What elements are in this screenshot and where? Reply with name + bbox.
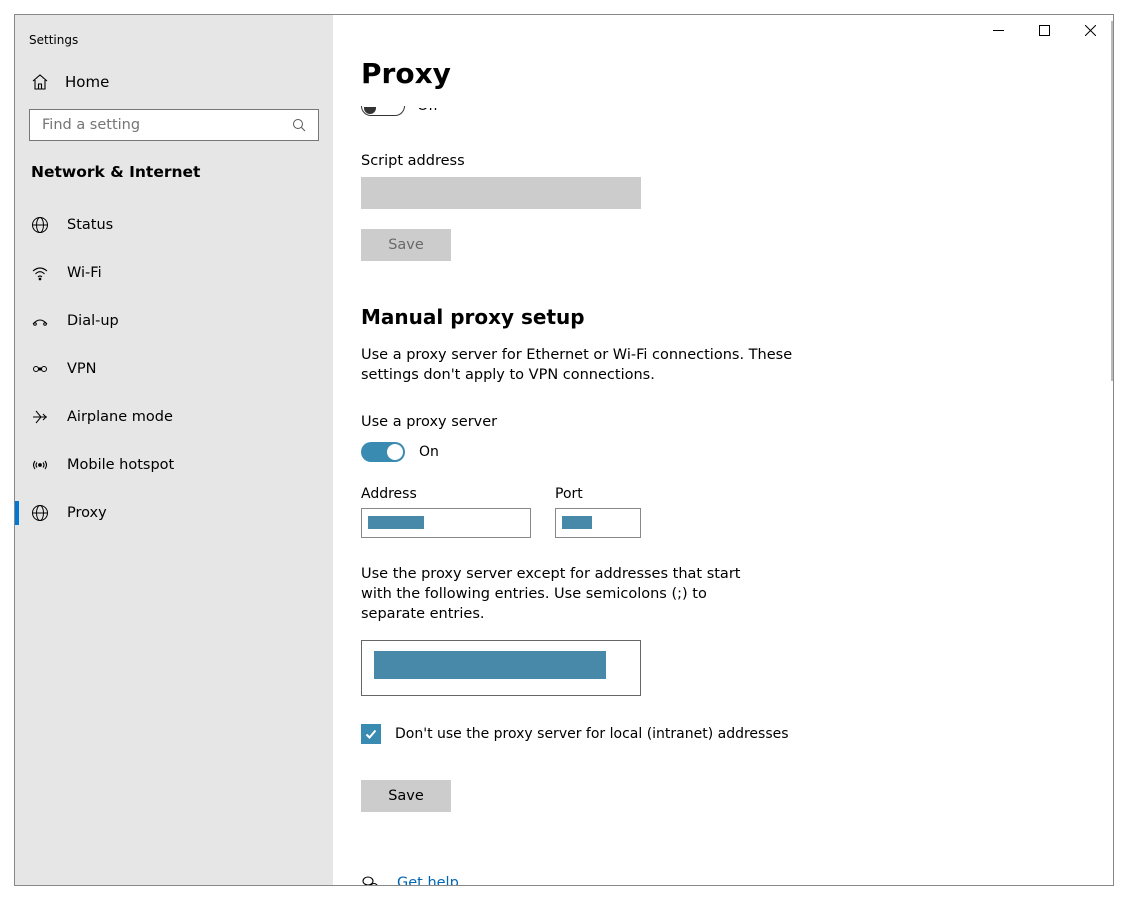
- globe-wire-icon: [31, 504, 49, 522]
- address-label: Address: [361, 486, 531, 502]
- settings-window: Settings Home Network & Internet: [14, 14, 1114, 886]
- maximize-button[interactable]: [1021, 15, 1067, 45]
- page-scroll-area[interactable]: Off Script address Save Manual proxy set…: [333, 105, 1113, 885]
- script-address-label: Script address: [361, 153, 1093, 169]
- toggle-off-label: Off: [417, 105, 438, 114]
- nav-home-label: Home: [65, 73, 109, 91]
- sidebar: Settings Home Network & Internet: [15, 15, 333, 885]
- globe-wire-icon: [31, 216, 49, 234]
- sidebar-item-hotspot[interactable]: Mobile hotspot: [15, 441, 333, 489]
- airplane-icon: [31, 408, 49, 426]
- help-icon: [361, 874, 379, 885]
- close-button[interactable]: [1067, 15, 1113, 45]
- proxy-bypass-input[interactable]: [361, 640, 641, 696]
- proxy-address-input[interactable]: [361, 508, 531, 538]
- sidebar-item-label: Proxy: [67, 505, 107, 521]
- sidebar-item-label: VPN: [67, 361, 97, 377]
- local-bypass-checkbox[interactable]: [361, 724, 381, 744]
- scrollbar[interactable]: [1111, 21, 1113, 381]
- sidebar-item-vpn[interactable]: VPN: [15, 345, 333, 393]
- script-address-input: [361, 177, 641, 209]
- main-content: Proxy Off Script address Save Manual pro…: [333, 15, 1113, 885]
- hotspot-icon: [31, 456, 49, 474]
- search-input[interactable]: [29, 109, 319, 141]
- wifi-icon: [31, 264, 49, 282]
- use-setup-script-toggle-partial[interactable]: Off: [361, 105, 1093, 125]
- search-field[interactable]: [40, 116, 290, 134]
- manual-proxy-desc: Use a proxy server for Ethernet or Wi-Fi…: [361, 345, 811, 386]
- window-title: Settings: [15, 23, 333, 53]
- toggle-on-label: On: [419, 444, 439, 460]
- sidebar-item-dialup[interactable]: Dial-up: [15, 297, 333, 345]
- home-icon: [31, 73, 49, 91]
- use-proxy-toggle[interactable]: [361, 442, 405, 462]
- sidebar-item-label: Dial-up: [67, 313, 119, 329]
- sidebar-item-wifi[interactable]: Wi-Fi: [15, 249, 333, 297]
- use-proxy-label: Use a proxy server: [361, 414, 1093, 430]
- save-script-button: Save: [361, 229, 451, 261]
- bypass-desc: Use the proxy server except for addresse…: [361, 564, 761, 625]
- sidebar-nav-list: Status Wi-Fi Dial-up: [15, 201, 333, 537]
- port-label: Port: [555, 486, 641, 502]
- sidebar-item-airplane[interactable]: Airplane mode: [15, 393, 333, 441]
- local-bypass-label: Don't use the proxy server for local (in…: [395, 726, 789, 742]
- dialup-icon: [31, 312, 49, 330]
- sidebar-item-label: Wi-Fi: [67, 265, 102, 281]
- sidebar-item-label: Mobile hotspot: [67, 457, 174, 473]
- sidebar-item-proxy[interactable]: Proxy: [15, 489, 333, 537]
- sidebar-item-label: Airplane mode: [67, 409, 173, 425]
- save-proxy-button[interactable]: Save: [361, 780, 451, 812]
- minimize-button[interactable]: [975, 15, 1021, 45]
- sidebar-section-title: Network & Internet: [15, 141, 333, 191]
- search-icon: [290, 116, 308, 134]
- page-title: Proxy: [361, 57, 451, 96]
- sidebar-item-label: Status: [67, 217, 113, 233]
- sidebar-item-status[interactable]: Status: [15, 201, 333, 249]
- vpn-icon: [31, 360, 49, 378]
- nav-home[interactable]: Home: [15, 63, 333, 101]
- get-help-link[interactable]: Get help: [397, 875, 459, 885]
- manual-proxy-heading: Manual proxy setup: [361, 305, 1093, 329]
- proxy-port-input[interactable]: [555, 508, 641, 538]
- window-controls: [975, 15, 1113, 45]
